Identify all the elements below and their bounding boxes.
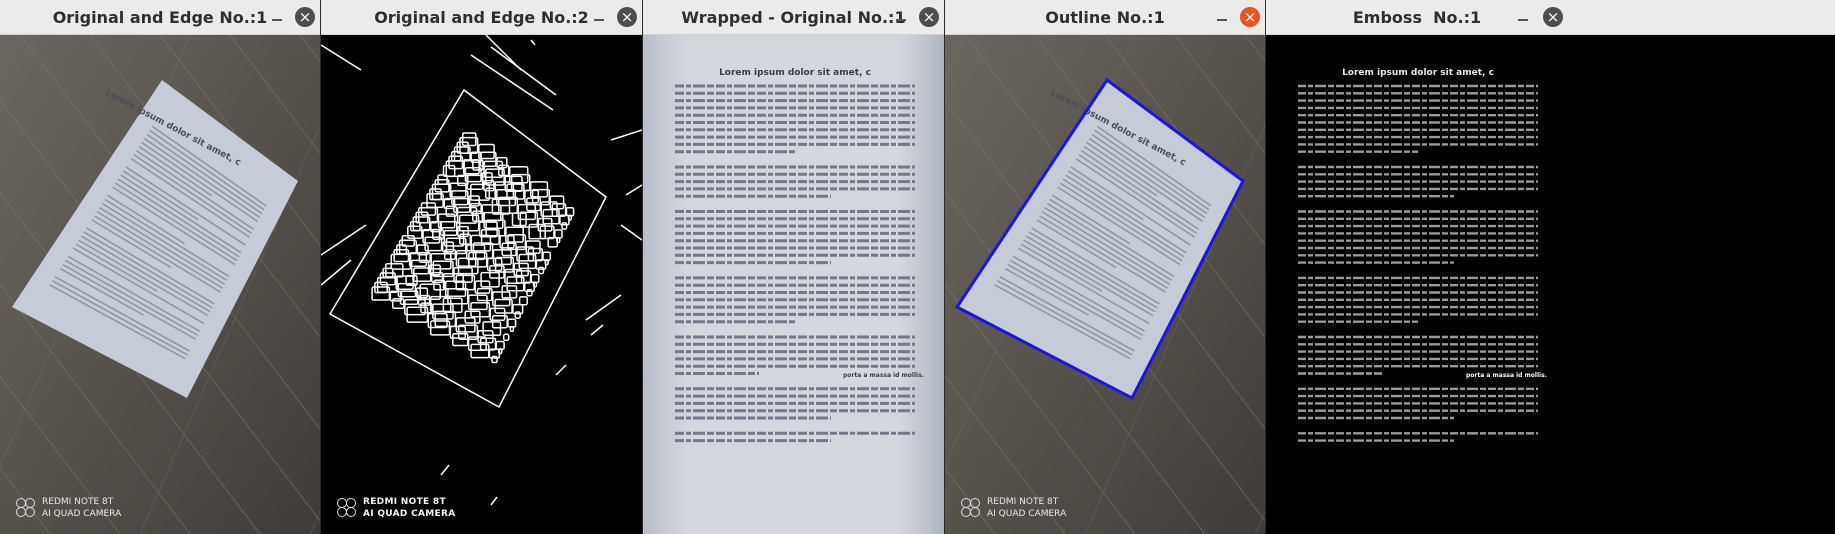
camera-lens-icon (337, 498, 357, 518)
camera-watermark: REDMI NOTE 8T AI QUAD CAMERA (337, 496, 455, 520)
emboss-heading: Lorem ipsum dolor sit amet, c (1342, 68, 1494, 78)
window-original-edge-2[interactable]: Original and Edge No.:2 × REDMI NOTE 8T … (321, 0, 642, 534)
camera-lens-icon (16, 498, 36, 518)
close-button[interactable]: × (919, 7, 939, 27)
watermark-line1: REDMI NOTE 8T (42, 497, 114, 507)
watermark-text: REDMI NOTE 8T AI QUAD CAMERA (987, 496, 1066, 520)
watermark-text: REDMI NOTE 8T AI QUAD CAMERA (363, 496, 455, 520)
window-titlebar[interactable]: Original and Edge No.:2 × (321, 0, 642, 35)
window-wrapped-original-1[interactable]: Wrapped - Original No.:1 × Lorem ipsum d… (643, 0, 944, 534)
close-button[interactable]: × (617, 7, 637, 27)
watermark-line2: AI QUAD CAMERA (987, 509, 1067, 519)
window-titlebar[interactable]: Wrapped - Original No.:1 × (643, 0, 944, 35)
window-title: Outline No.:1 (1045, 7, 1165, 27)
window-title: Original and Edge No.:1 (52, 7, 268, 27)
desktop: Original and Edge No.:1 × Lorem ipsum do… (0, 0, 1835, 534)
watermark-line1: REDMI NOTE 8T (987, 497, 1059, 507)
edge-view (321, 35, 642, 534)
minimize-button[interactable] (1213, 8, 1231, 26)
watermark-line2: AI QUAD CAMERA (42, 509, 122, 519)
minimize-button[interactable] (590, 8, 608, 26)
window-original-edge-1[interactable]: Original and Edge No.:1 × Lorem ipsum do… (0, 0, 320, 534)
window-titlebar[interactable]: Original and Edge No.:1 × (0, 0, 320, 35)
photo-view: Lorem ipsum dolor sit amet, c (0, 35, 320, 534)
document-heading: Lorem ipsum dolor sit amet, c (719, 68, 871, 78)
warped-document-view: Lorem ipsum dolor sit amet, c porta a ma… (643, 35, 944, 534)
window-outline-1[interactable]: Outline No.:1 × Lorem ipsum dolor sit am… (945, 0, 1265, 534)
emboss-bold-phrase: porta a massa id mollis. (1466, 372, 1547, 379)
window-titlebar[interactable]: Emboss No.:1 × (1266, 0, 1835, 35)
window-title: Original and Edge No.:2 (374, 7, 589, 27)
watermark-text: REDMI NOTE 8T AI QUAD CAMERA (42, 496, 121, 520)
emboss-view: Lorem ipsum dolor sit amet, c porta a ma… (1266, 35, 1835, 534)
outline-view: Lorem ipsum dolor sit amet, c (945, 35, 1265, 534)
close-button[interactable]: × (295, 7, 315, 27)
close-button[interactable]: × (1240, 7, 1260, 27)
camera-watermark: REDMI NOTE 8T AI QUAD CAMERA (961, 496, 1066, 520)
watermark-line2: AI QUAD CAMERA (363, 509, 456, 519)
minimize-button[interactable] (268, 8, 286, 26)
close-button[interactable]: × (1543, 7, 1563, 27)
minimize-button[interactable] (892, 8, 910, 26)
window-emboss-1[interactable]: Emboss No.:1 × Lorem ipsum dolor sit ame… (1266, 0, 1835, 534)
window-titlebar[interactable]: Outline No.:1 × (945, 0, 1265, 35)
camera-lens-icon (961, 498, 981, 518)
camera-watermark: REDMI NOTE 8T AI QUAD CAMERA (16, 496, 121, 520)
watermark-line1: REDMI NOTE 8T (363, 497, 446, 507)
window-title: Wrapped - Original No.:1 (681, 7, 906, 27)
bold-phrase: porta a massa id mollis. (843, 372, 924, 379)
minimize-button[interactable] (1514, 8, 1532, 26)
